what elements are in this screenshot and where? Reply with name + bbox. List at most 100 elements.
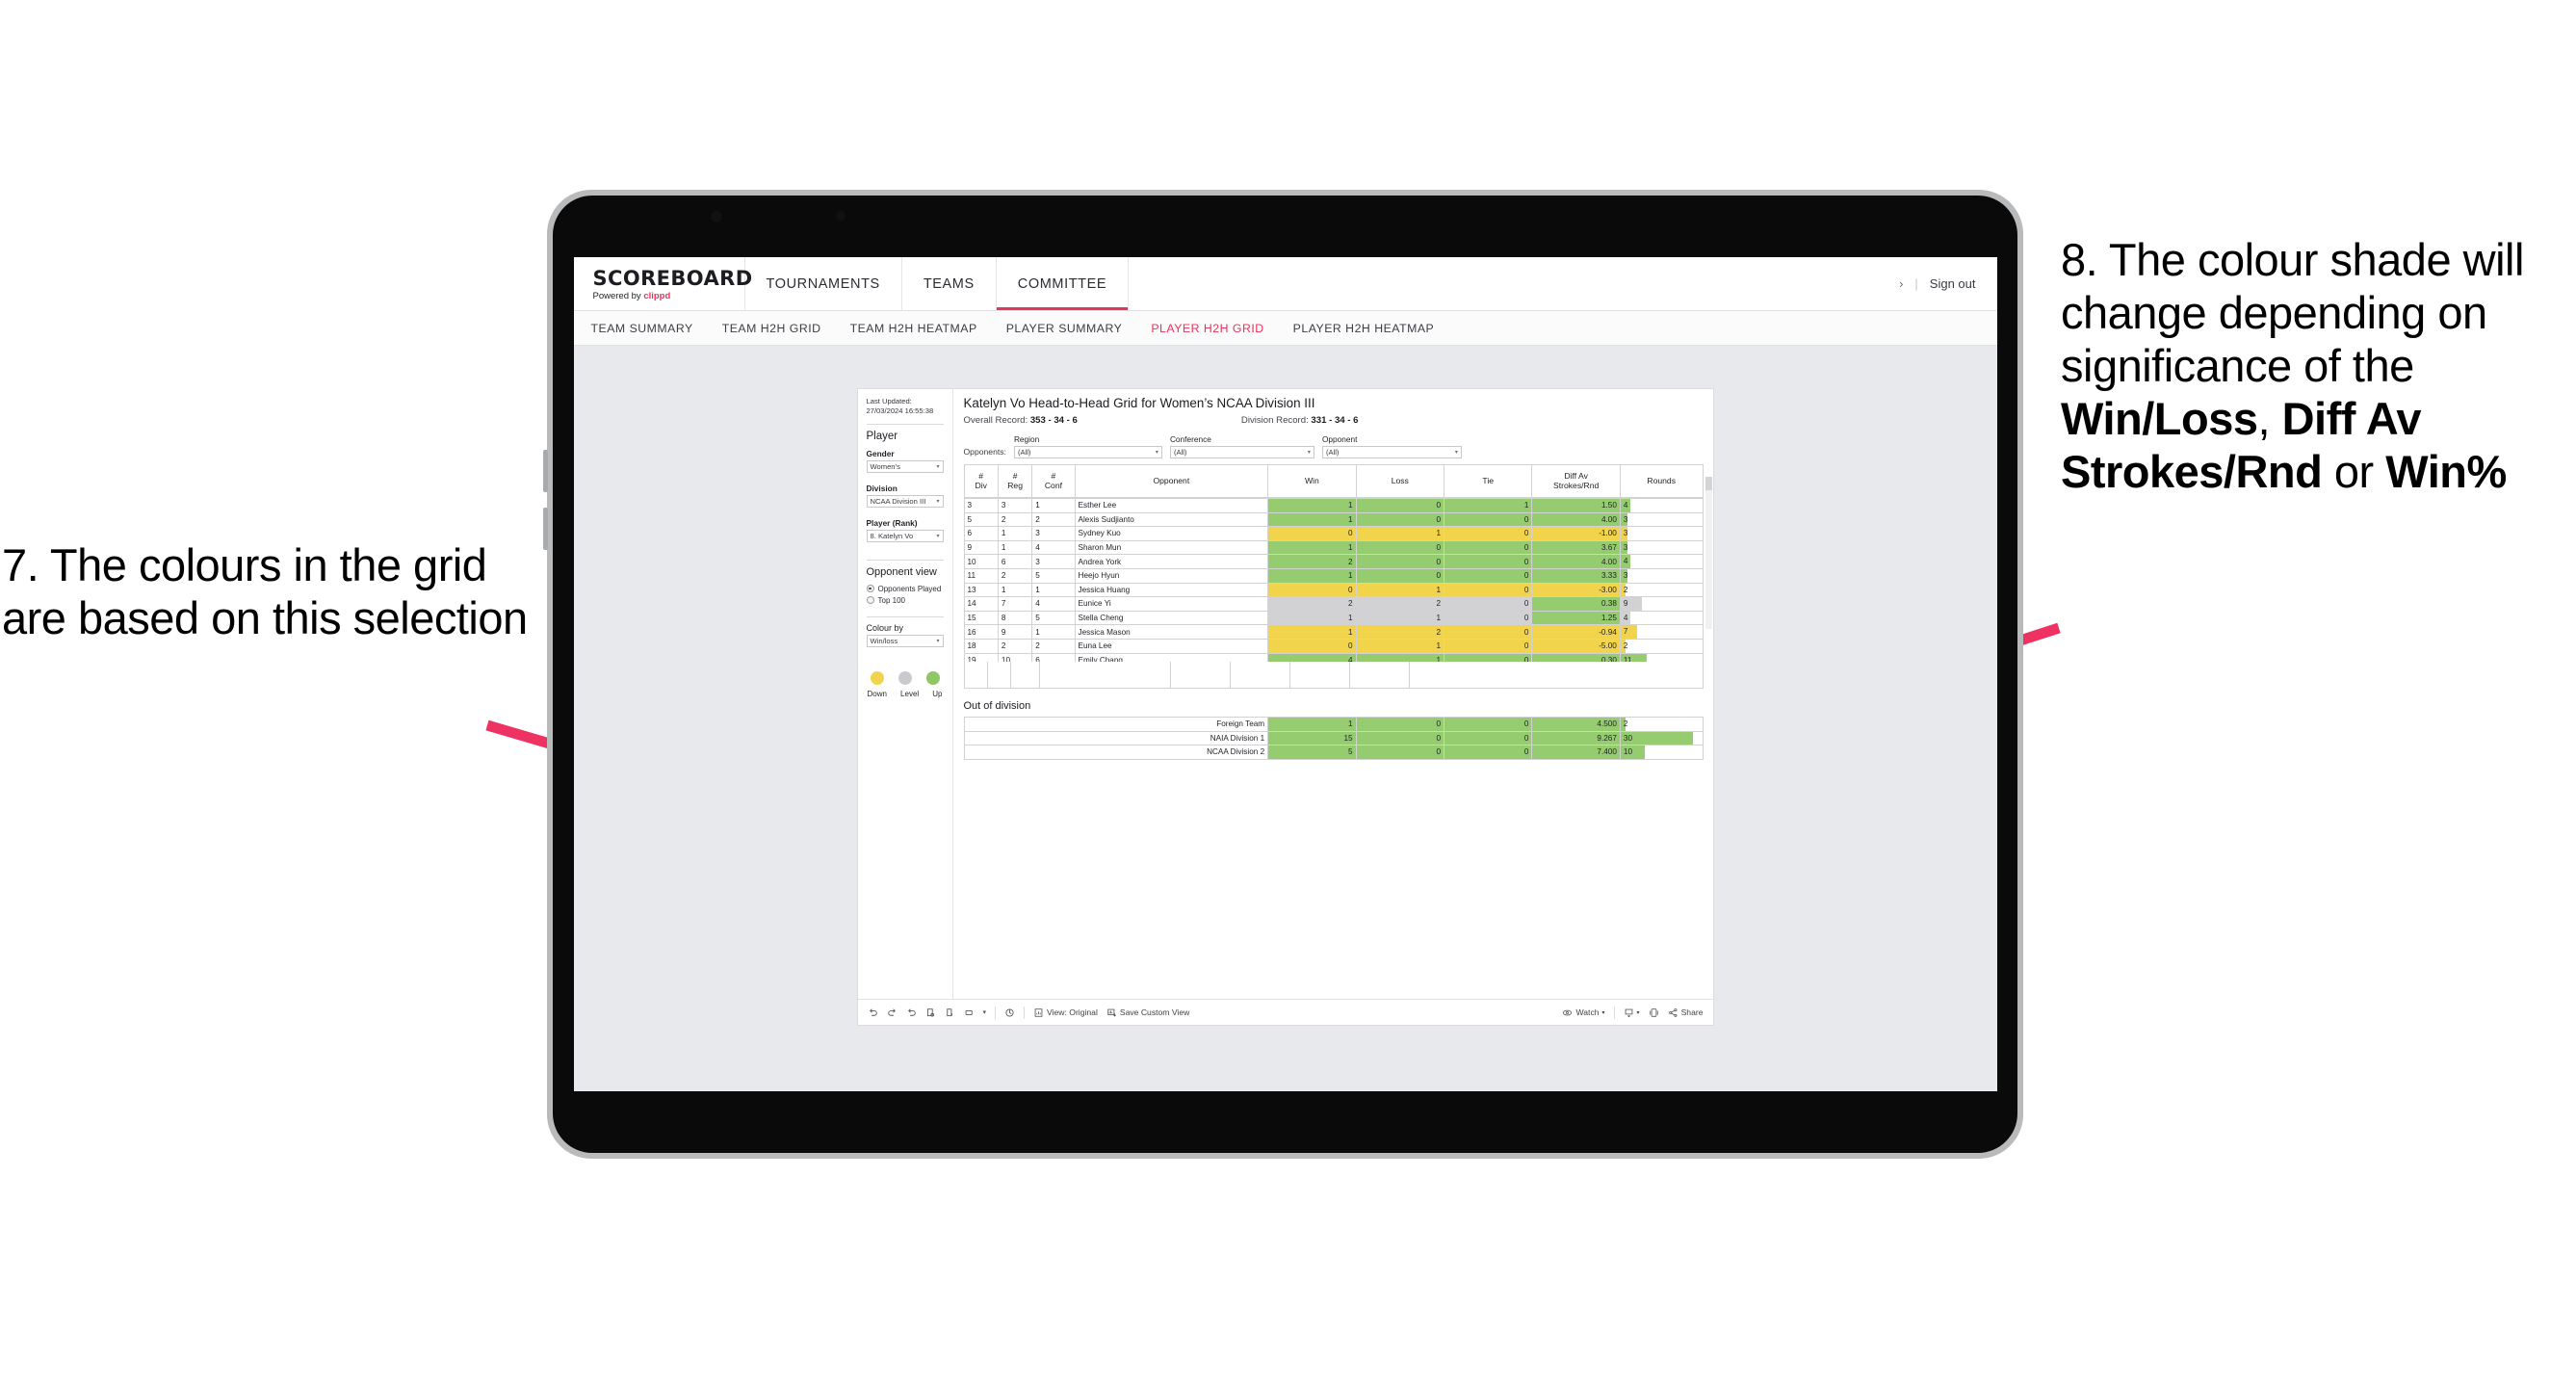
h2h-grid-scroll-region[interactable]: 3 3 1 Esther Lee 1 0 1 1.50 4 5 2 2 Alexis Sudjianto… xyxy=(963,498,1704,662)
col-rounds[interactable]: Rounds xyxy=(1619,464,1704,498)
table-row[interactable]: 14 7 4 Eunice Yi 2 2 0 0.38 9 xyxy=(963,596,1704,612)
watch-button[interactable]: Watch ▾ xyxy=(1562,1007,1605,1018)
opponent-select[interactable]: (All) ▾ xyxy=(1321,446,1462,458)
col-win[interactable]: Win xyxy=(1267,464,1357,498)
table-row[interactable]: 10 6 3 Andrea York 2 0 0 4.00 4 xyxy=(963,554,1704,569)
table-row[interactable]: 5 2 2 Alexis Sudjianto 1 0 0 4.00 3 xyxy=(963,511,1704,528)
report-area: Katelyn Vo Head-to-Head Grid for Women’s… xyxy=(953,389,1713,999)
cell-tie: 1 xyxy=(1443,498,1533,513)
radio-opponents-played[interactable]: Opponents Played xyxy=(866,585,944,593)
scrollbar-thumb[interactable] xyxy=(1704,477,1712,490)
cell-opponent: Jessica Mason xyxy=(1074,624,1269,640)
subnav-item-team-h2h-grid[interactable]: TEAM H2H GRID xyxy=(722,322,821,335)
toolbar-divider xyxy=(995,1006,997,1019)
cell-tie: 0 xyxy=(1443,539,1533,556)
table-row[interactable]: 13 1 1 Jessica Huang 0 1 0 -3.00 2 xyxy=(963,582,1704,598)
legend-swatch-up xyxy=(925,670,940,685)
cell-conf: 4 xyxy=(1031,596,1076,612)
table-row[interactable]: 6 1 3 Sydney Kuo 0 1 0 -1.00 3 xyxy=(963,526,1704,541)
subnav-item-team-summary[interactable]: TEAM SUMMARY xyxy=(591,322,693,335)
table-row[interactable]: 11 2 5 Heejo Hyun 1 0 0 3.33 3 xyxy=(963,567,1704,584)
division-select[interactable]: NCAA Division III ▾ xyxy=(866,494,944,508)
subnav-item-player-h2h-heatmap[interactable]: PLAYER H2H HEATMAP xyxy=(1293,322,1435,335)
cell-diff: -3.00 xyxy=(1531,582,1621,598)
download-button[interactable]: ▾ xyxy=(1624,1007,1640,1018)
chevron-right-icon[interactable]: › xyxy=(1899,276,1903,291)
rounds-value: 4 xyxy=(1623,613,1628,622)
gender-select[interactable]: Women’s ▾ xyxy=(866,459,944,473)
col-div[interactable]: # Div xyxy=(963,464,999,498)
sign-out-link[interactable]: Sign out xyxy=(1930,276,1976,291)
fit-icon[interactable] xyxy=(964,1007,975,1018)
radio-top-100[interactable]: Top 100 xyxy=(866,596,944,605)
revert-icon[interactable] xyxy=(906,1007,917,1018)
cell-rounds: 4 xyxy=(1619,610,1704,626)
cell-div: 15 xyxy=(963,610,999,626)
colour-by-select[interactable]: Win/loss ▾ xyxy=(866,634,944,647)
device-preview-icon[interactable] xyxy=(1649,1007,1659,1018)
table-row[interactable]: 15 8 5 Stella Cheng 1 1 0 1.25 4 xyxy=(963,610,1704,626)
col-loss[interactable]: Loss xyxy=(1355,464,1445,498)
cell-loss: 0 xyxy=(1355,567,1445,584)
table-row[interactable]: Foreign Team 1 0 0 4.500 2 xyxy=(963,717,1704,732)
highlight-icon[interactable] xyxy=(1004,1007,1015,1018)
col-label: Win xyxy=(1304,475,1319,485)
table-row[interactable]: 18 2 2 Euna Lee 0 1 0 -5.00 2 xyxy=(963,638,1704,654)
rounds-value: 2 xyxy=(1623,585,1628,594)
rounds-value: 10 xyxy=(1623,747,1632,757)
topnav-item-tournaments[interactable]: TOURNAMENTS xyxy=(745,257,902,310)
save-custom-view-button[interactable]: Save Custom View xyxy=(1106,1007,1189,1018)
col-diff-av-strokes[interactable]: Diff Av Strokes/Rnd xyxy=(1531,464,1621,498)
col-opponent[interactable]: Opponent xyxy=(1074,464,1269,498)
pause-icon[interactable] xyxy=(945,1007,955,1018)
table-row[interactable]: NCAA Division 2 5 0 0 7.400 10 xyxy=(963,745,1704,760)
topnav-item-committee[interactable]: COMMITTEE xyxy=(996,257,1130,310)
app-logo[interactable]: SCOREBOARD Powered by clippd xyxy=(574,257,752,310)
legend-label-up: Up xyxy=(932,689,943,698)
cell-reg: 9 xyxy=(997,624,1033,640)
opponent-filters: Opponents: Region (All) ▾ Conference (Al… xyxy=(964,434,1704,458)
cell-diff: 7.400 xyxy=(1531,745,1621,760)
redo-icon[interactable] xyxy=(887,1007,898,1018)
cell-loss: 0 xyxy=(1355,539,1445,556)
player-rank-select[interactable]: 8. Katelyn Vo ▾ xyxy=(866,529,944,542)
cell-loss: 2 xyxy=(1355,624,1445,640)
conference-select[interactable]: (All) ▾ xyxy=(1169,446,1314,458)
toolbar-divider xyxy=(1613,1006,1615,1019)
table-row[interactable]: 9 1 4 Sharon Mun 1 0 0 3.67 3 xyxy=(963,539,1704,556)
region-select[interactable]: (All) ▾ xyxy=(1013,446,1162,458)
cell-conf: 1 xyxy=(1031,582,1076,598)
share-button[interactable]: Share xyxy=(1668,1007,1704,1018)
cell-tie: 0 xyxy=(1443,554,1533,569)
col-conf[interactable]: # Conf xyxy=(1031,464,1076,498)
col-reg[interactable]: # Reg xyxy=(997,464,1033,498)
cell-tie: 0 xyxy=(1443,526,1533,541)
cell-opponent: Eunice Yi xyxy=(1074,596,1269,612)
cell-conf: 5 xyxy=(1031,610,1076,626)
topnav-item-teams[interactable]: TEAMS xyxy=(902,257,997,310)
table-row[interactable]: 3 3 1 Esther Lee 1 0 1 1.50 4 xyxy=(963,498,1704,513)
chevron-down-icon[interactable]: ▾ xyxy=(983,1008,987,1016)
region-value: (All) xyxy=(1017,448,1031,457)
chevron-down-icon: ▾ xyxy=(1601,1009,1605,1016)
cell-reg: 2 xyxy=(997,511,1033,528)
grid-vertical-scrollbar[interactable] xyxy=(1704,477,1712,629)
cell-div: 11 xyxy=(963,567,999,584)
table-row[interactable]: 19 10 6 Emily Chang 4 1 0 0.30 11 xyxy=(963,652,1704,662)
rounds-value: 3 xyxy=(1623,514,1628,524)
subnav-item-player-h2h-grid[interactable]: PLAYER H2H GRID xyxy=(1151,322,1263,335)
subnav-item-player-summary[interactable]: PLAYER SUMMARY xyxy=(1006,322,1123,335)
view-original-button[interactable]: View: Original xyxy=(1033,1007,1098,1018)
subnav-item-team-h2h-heatmap[interactable]: TEAM H2H HEATMAP xyxy=(850,322,977,335)
table-row[interactable]: NAIA Division 1 15 0 0 9.267 30 xyxy=(963,730,1704,746)
cell-diff: -0.94 xyxy=(1531,624,1621,640)
cell-tie: 0 xyxy=(1444,730,1533,746)
table-row[interactable]: 16 9 1 Jessica Mason 1 2 0 -0.94 7 xyxy=(963,624,1704,640)
col-tie[interactable]: Tie xyxy=(1443,464,1533,498)
cell-opponent: Alexis Sudjianto xyxy=(1074,511,1269,528)
refresh-icon[interactable] xyxy=(925,1007,936,1018)
undo-icon[interactable] xyxy=(868,1007,878,1018)
out-of-division-body: Foreign Team 1 0 0 4.500 2 NAIA Division 1 15 0 0… xyxy=(963,717,1704,760)
app-subnav: TEAM SUMMARY TEAM H2H GRID TEAM H2H HEAT… xyxy=(573,311,1997,346)
cell-diff: 4.00 xyxy=(1531,511,1621,528)
